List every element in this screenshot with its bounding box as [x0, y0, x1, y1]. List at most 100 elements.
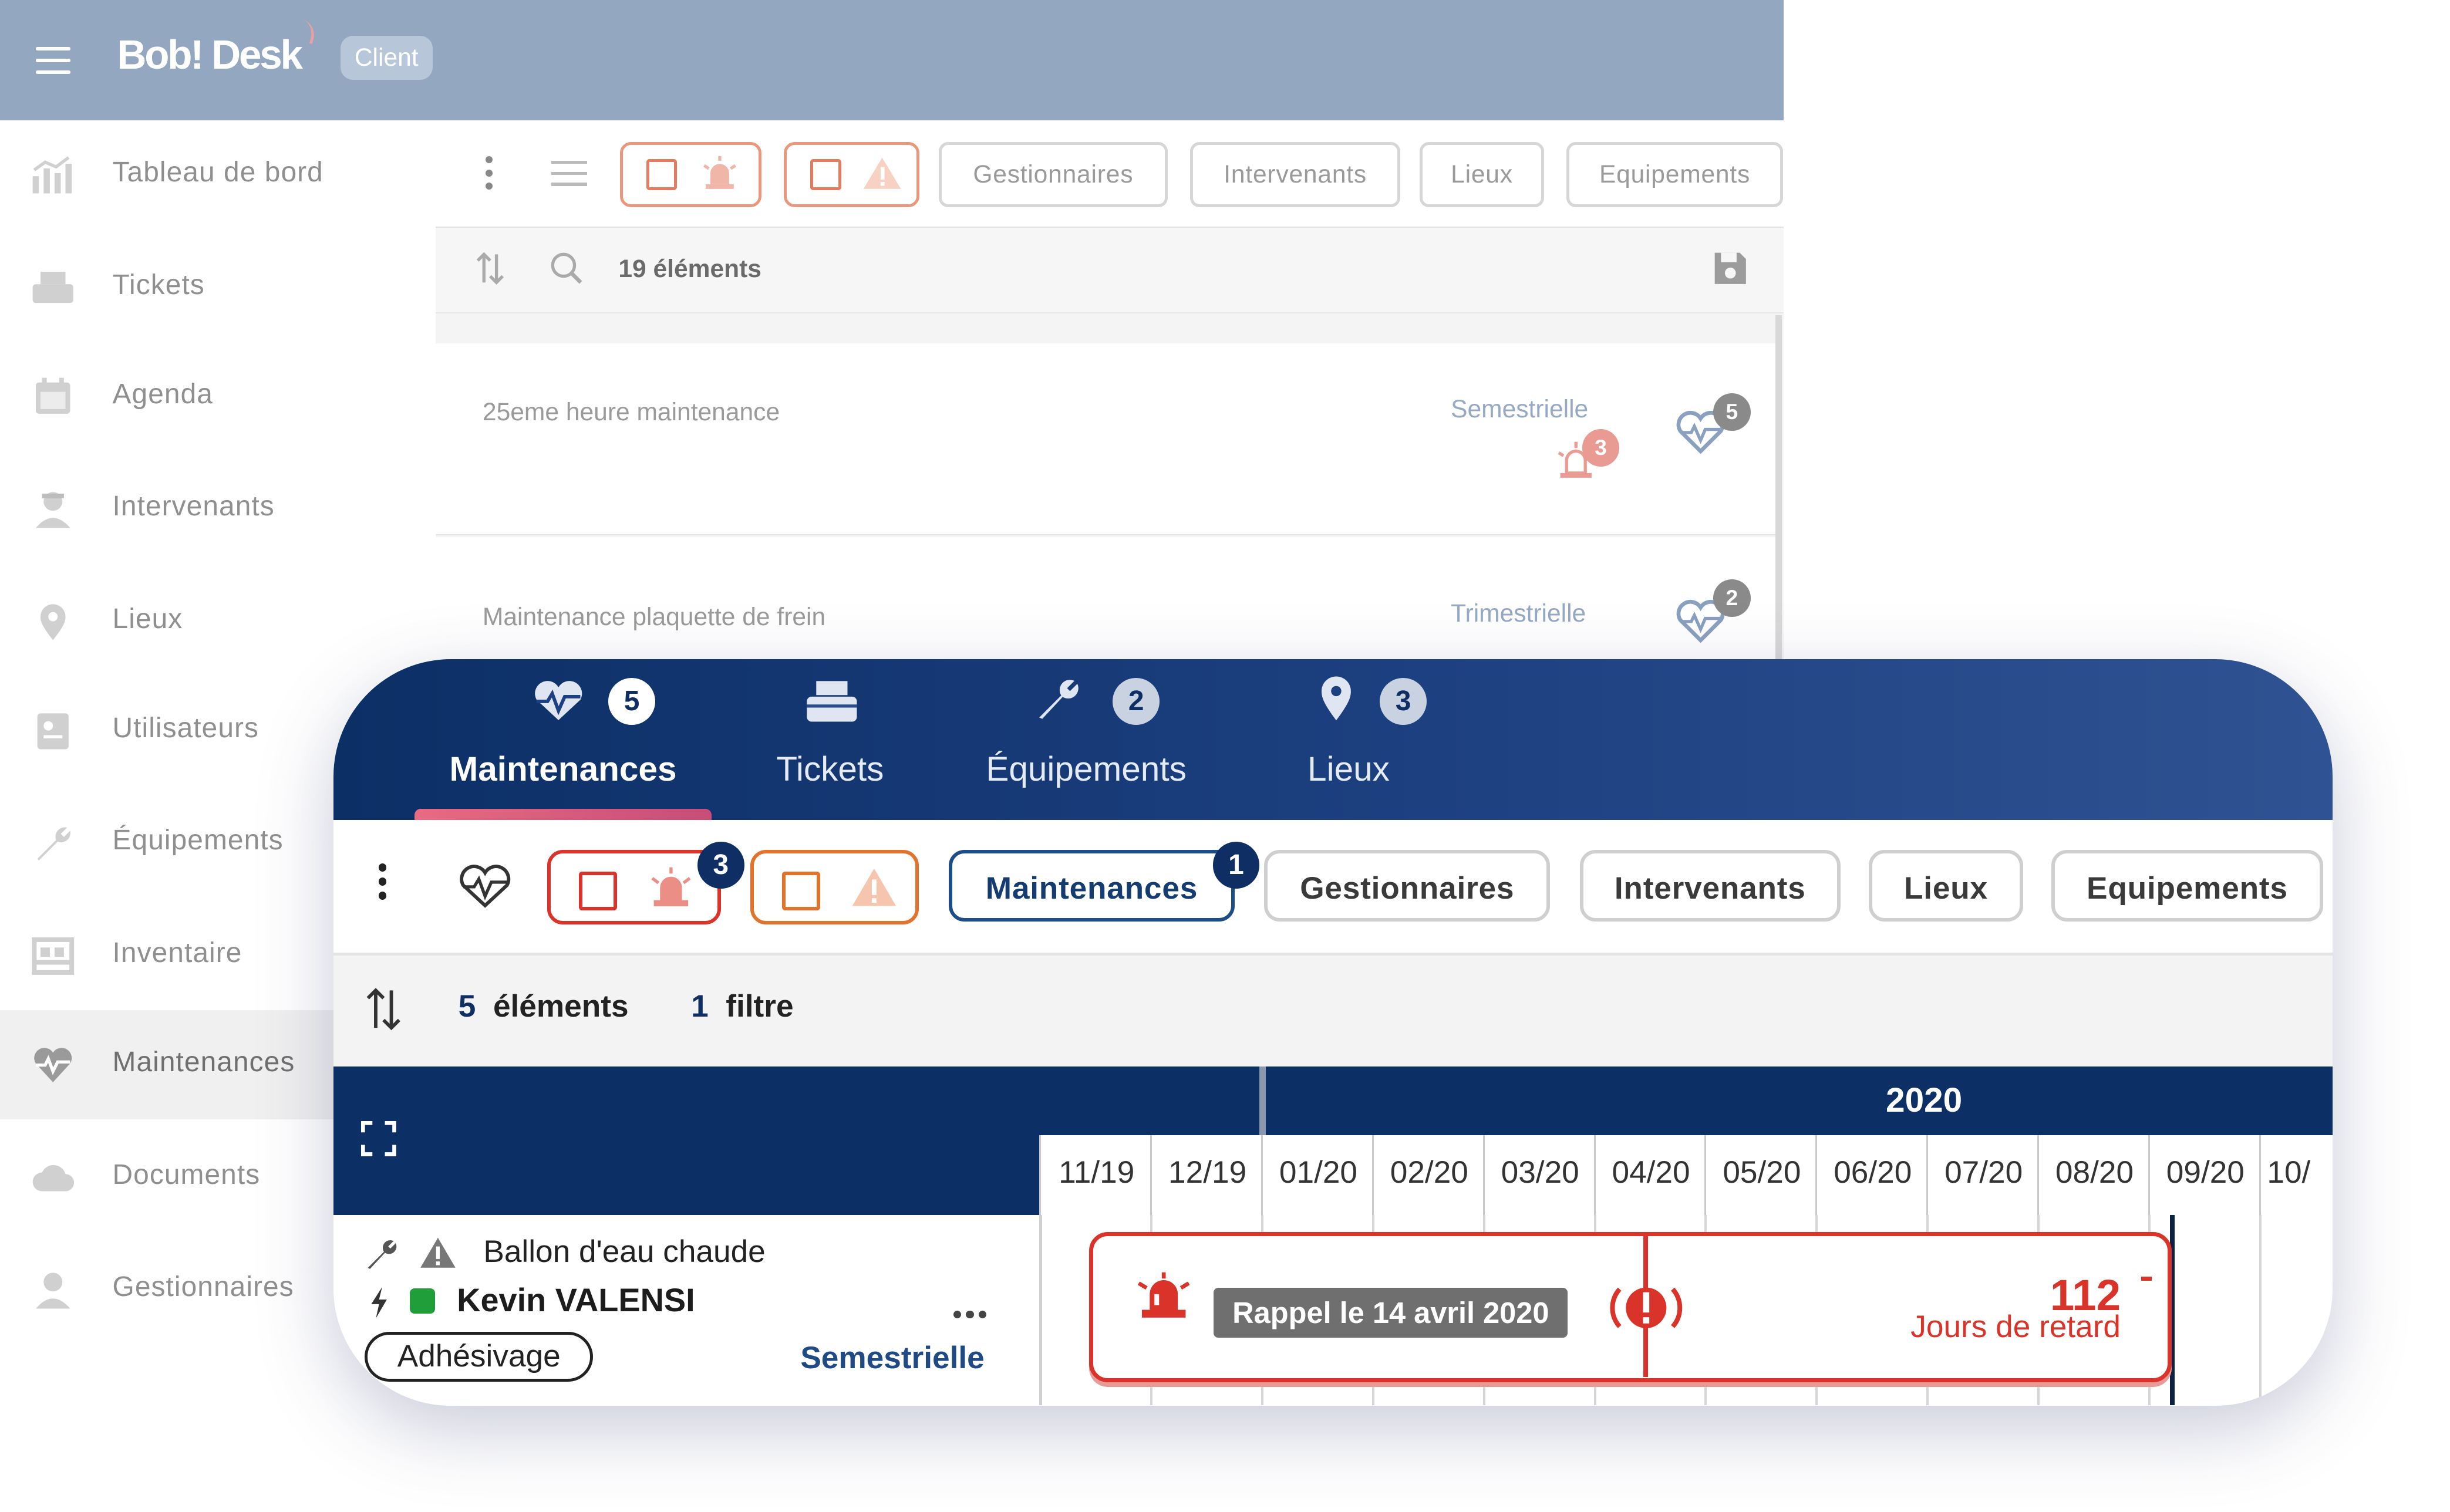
map-pin-icon	[1321, 676, 1351, 720]
app-logo[interactable]: Bob! Desk	[117, 31, 303, 78]
warning-icon	[420, 1237, 456, 1268]
sidebar-label: Gestionnaires	[112, 1271, 294, 1303]
siren-icon	[651, 867, 691, 906]
tab-label: Maintenances	[449, 750, 677, 789]
list-item[interactable]: Maintenance plaquette de frein Trimestri…	[436, 537, 1779, 673]
search-icon[interactable]	[550, 251, 584, 286]
gantt-month: 07/20	[1926, 1135, 2039, 1215]
warning-icon	[863, 157, 901, 189]
printer-icon	[32, 271, 73, 303]
gantt-month: 04/20	[1593, 1135, 1707, 1215]
list-view-icon[interactable]	[551, 160, 588, 194]
card-toolbar: 3 Maintenances 1 Gestionnaires Intervena…	[333, 819, 2333, 956]
tab-tickets[interactable]: Tickets	[752, 659, 908, 820]
scrollbar[interactable]	[1775, 315, 1782, 667]
tag-chip[interactable]: Adhésivage	[365, 1332, 594, 1382]
wrench-icon	[1039, 679, 1079, 719]
id-card-icon	[37, 713, 69, 750]
row-more-icon[interactable]	[953, 1296, 991, 1325]
alarm-filter-toggle[interactable]	[547, 849, 721, 925]
warning-filter-toggle[interactable]	[750, 849, 919, 925]
maintenances-filter-button[interactable]: Maintenances	[949, 849, 1235, 922]
tab-label: Équipements	[986, 750, 1187, 789]
tab-maintenances[interactable]: 5 Maintenances	[412, 659, 715, 820]
filter-gestionnaires[interactable]: Gestionnaires	[1264, 849, 1551, 922]
tab-badge: 2	[1113, 677, 1160, 725]
equipment-name: Ballon d'eau chaude	[483, 1234, 766, 1269]
cloud-icon	[32, 1165, 75, 1192]
sidebar-label: Intervenants	[112, 491, 275, 522]
filter-equipements[interactable]: Equipements	[1566, 142, 1784, 208]
maintenance-timeline-bar[interactable]: Rappel le 14 avril 2020 112 Jours de ret…	[1089, 1232, 2172, 1382]
fullscreen-icon[interactable]	[360, 1120, 397, 1157]
card-tabs-header: 5 Maintenances Tickets 2 Équipements 3 L…	[333, 659, 2333, 820]
save-icon[interactable]	[1713, 251, 1748, 286]
siren-icon	[1137, 1272, 1190, 1318]
sort-icon[interactable]	[476, 251, 504, 286]
sidebar-label: Agenda	[112, 378, 213, 410]
delay-days: 112	[2050, 1271, 2121, 1320]
sidebar-label: Maintenances	[112, 1047, 295, 1078]
filter-lieux[interactable]: Lieux	[1419, 142, 1545, 208]
active-filter-count: 1 filtre	[691, 989, 794, 1024]
gantt-month: 11/19	[1039, 1135, 1152, 1215]
more-options-icon[interactable]	[486, 156, 493, 196]
warning-icon	[852, 869, 897, 906]
background-toolbar: Gestionnaires Intervenants Lieux Equipem…	[436, 120, 1784, 228]
gantt-month: 09/20	[2148, 1135, 2261, 1215]
tab-badge: 3	[1380, 677, 1427, 725]
sidebar-label: Tickets	[112, 269, 205, 301]
alarm-filter-toggle[interactable]	[620, 142, 762, 208]
sidebar-item-intervenants[interactable]: Intervenants	[0, 454, 436, 563]
background-subbar: 19 éléments	[436, 228, 1784, 313]
worker-icon	[36, 491, 70, 528]
sidebar-label: Inventaire	[112, 937, 242, 968]
sidebar-label: Documents	[112, 1159, 261, 1190]
filter-gestionnaires[interactable]: Gestionnaires	[938, 142, 1168, 208]
element-count: 19 éléments	[618, 254, 761, 283]
sidebar-item-tickets[interactable]: Tickets	[0, 232, 436, 342]
tab-label: Lieux	[1307, 750, 1390, 789]
filter-intervenants[interactable]: Intervenants	[1189, 142, 1401, 208]
warning-filter-toggle[interactable]	[784, 142, 920, 208]
alarm-filter-badge: 3	[697, 842, 744, 889]
gantt-row[interactable]: Ballon d'eau chaude Kevin VALENSI Adhési…	[333, 1214, 2333, 1406]
tab-equipements[interactable]: 2 Équipements	[970, 659, 1202, 820]
maintenances-filter-badge: 1	[1212, 842, 1260, 889]
tab-lieux[interactable]: 3 Lieux	[1271, 659, 1427, 820]
sidebar-item-agenda[interactable]: Agenda	[0, 342, 436, 451]
grid-line	[2259, 1214, 2262, 1406]
maintenance-name: 25eme heure maintenance	[482, 398, 780, 427]
reminder-label: Rappel le 14 avril 2020	[1214, 1287, 1568, 1338]
heartbeat-icon[interactable]	[459, 863, 511, 910]
heartbeat-badge: 2	[1676, 579, 1751, 651]
wrench-icon	[368, 1240, 397, 1270]
sidebar-item-tableau-de-bord[interactable]: Tableau de bord	[0, 120, 436, 230]
gantt-header: 2020 11/19 12/19 01/20 02/20 03/20 04/20…	[333, 1066, 2333, 1218]
technician-name[interactable]: Kevin VALENSI	[457, 1281, 695, 1319]
sidebar-label: Lieux	[112, 603, 183, 635]
printer-icon	[806, 681, 857, 722]
bolt-icon	[370, 1287, 387, 1318]
map-pin-icon	[41, 604, 66, 640]
filter-equipements[interactable]: Equipements	[2051, 849, 2323, 922]
manager-icon	[36, 1272, 70, 1309]
sidebar-label: Tableau de bord	[112, 156, 323, 188]
year-separator	[1259, 1066, 1266, 1136]
menu-icon[interactable]	[36, 46, 70, 75]
filter-lieux[interactable]: Lieux	[1868, 849, 2024, 922]
filter-intervenants[interactable]: Intervenants	[1579, 849, 1841, 922]
top-bar: Bob! Desk Client	[0, 0, 1784, 120]
more-options-icon[interactable]	[379, 863, 387, 906]
gantt-months: 11/19 12/19 01/20 02/20 03/20 04/20 05/2…	[1039, 1135, 2333, 1218]
gantt-month: 05/20	[1704, 1135, 1817, 1215]
list-item[interactable]: 25eme heure maintenance Semestrielle 3 5	[436, 343, 1779, 535]
gantt-month: 03/20	[1482, 1135, 1596, 1215]
tab-badge: 5	[608, 677, 655, 725]
wrench-icon	[37, 827, 71, 860]
sidebar-label: Équipements	[112, 825, 284, 856]
gantt-year: 2020	[1886, 1081, 1963, 1120]
card-subbar: 5 éléments 1 filtre	[333, 956, 2333, 1067]
sort-icon[interactable]	[366, 987, 401, 1031]
calendar-icon	[36, 377, 70, 414]
